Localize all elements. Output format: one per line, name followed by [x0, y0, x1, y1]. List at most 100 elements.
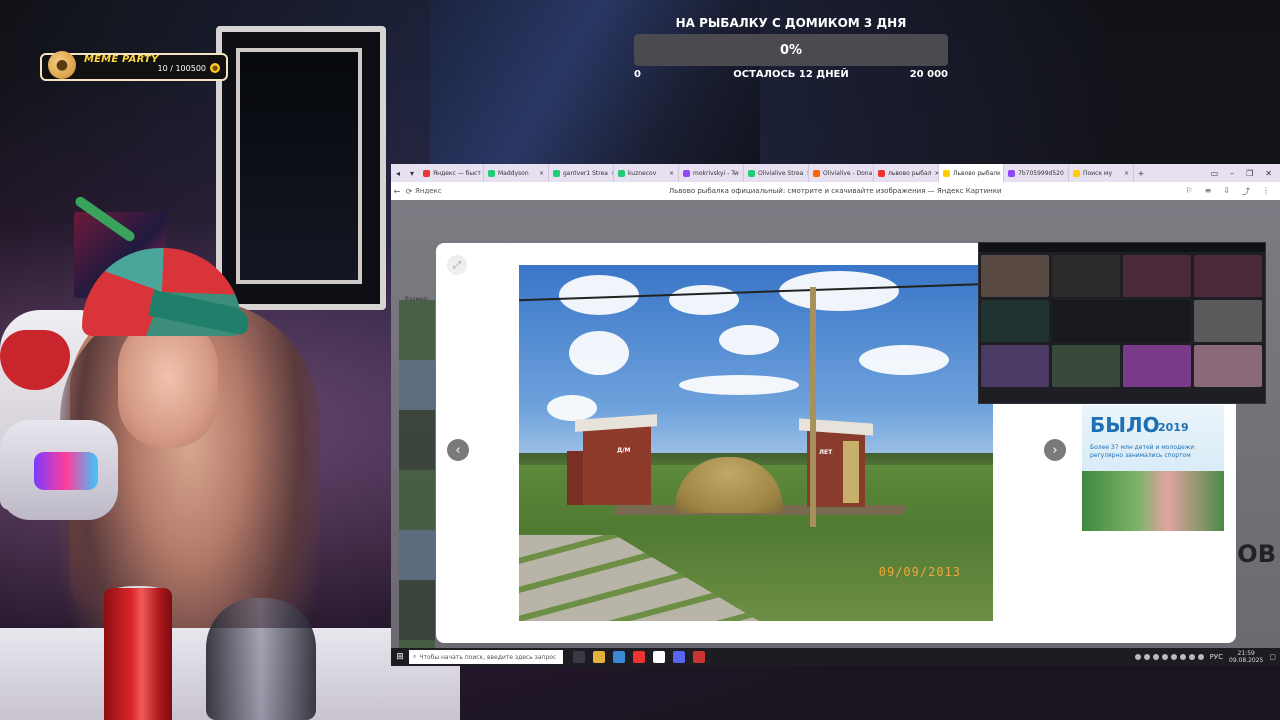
discord-icon[interactable]: [673, 651, 685, 663]
tray-icon[interactable]: [1170, 654, 1177, 660]
browser-tab[interactable]: Поиск му ×: [1069, 164, 1134, 182]
expand-icon[interactable]: ⤢: [447, 255, 467, 275]
screen-capture: ◂ ▾ Яндекс — быст×Maddyson×gantver1 Stre…: [391, 164, 1280, 666]
volume-icon[interactable]: ◂: [391, 169, 405, 178]
taskbar-clock[interactable]: 21:59 09.08.2025: [1229, 650, 1263, 664]
obs-icon[interactable]: [693, 651, 705, 663]
tab-list-icon[interactable]: ▭: [1211, 169, 1219, 178]
call-tile: [1052, 300, 1191, 342]
menu-icon[interactable]: ≡: [1205, 186, 1212, 197]
tab-label: mokrivskyi - Tw: [693, 169, 739, 177]
tray-icon[interactable]: [1197, 654, 1204, 660]
call-tile: [1052, 345, 1120, 387]
page-side-text: ОВ: [1237, 540, 1276, 568]
clock-time: 21:59: [1237, 650, 1255, 657]
chevron-right-icon[interactable]: ›: [1044, 439, 1066, 461]
room-window: [216, 26, 386, 310]
tab-label: Поиск му: [1083, 169, 1112, 177]
browser-tab[interactable]: Maddyson ×: [484, 164, 549, 182]
task-view-icon[interactable]: [573, 651, 585, 663]
system-tray: РУС 21:59 09.08.2025 ▢: [1134, 650, 1280, 664]
taskbar-apps: [563, 651, 705, 663]
tab-favicon-icon: [553, 169, 560, 177]
ad-headline: БЫЛО: [1090, 413, 1160, 437]
hut-left-label: Д/М: [617, 447, 631, 454]
drinking-glass: [206, 598, 316, 720]
restore-icon[interactable]: ❐: [1246, 169, 1253, 178]
download-icon[interactable]: ⇩: [1223, 186, 1230, 197]
file-explorer-icon[interactable]: [593, 651, 605, 663]
tab-label: kuznecov: [628, 169, 657, 177]
streamer-face: [118, 318, 218, 448]
call-tile: [1123, 255, 1191, 297]
tab-favicon-icon: [488, 169, 495, 177]
yandex-icon[interactable]: [633, 651, 645, 663]
minimize-icon[interactable]: –: [1230, 169, 1234, 178]
browser-tab[interactable]: 7b705999d520×: [1004, 164, 1069, 182]
reload-icon[interactable]: ⟳: [403, 187, 415, 196]
tab-favicon-icon: [878, 169, 885, 177]
tab-menu-icon[interactable]: ▾: [405, 169, 419, 178]
goal-title: НА РЫБАЛКУ С ДОМИКОМ 3 ДНЯ: [675, 16, 907, 30]
browser-tab[interactable]: Olivialive - Dona×: [809, 164, 874, 182]
new-tab-button[interactable]: +: [1134, 169, 1148, 178]
hut-right-label: ЛЕТ: [819, 449, 833, 456]
tray-icon[interactable]: [1161, 654, 1168, 660]
tab-label: gantver1 Strea: [563, 169, 608, 177]
goal-progress-bar: 0%: [634, 34, 948, 66]
thumbnail-column[interactable]: [399, 300, 435, 660]
bookmark-icon[interactable]: ⚐: [1185, 186, 1192, 197]
tab-favicon-icon: [813, 169, 820, 177]
more-icon[interactable]: ⋮: [1262, 186, 1270, 197]
input-language[interactable]: РУС: [1210, 653, 1223, 661]
browser-tab[interactable]: Яндекс — быст×: [419, 164, 484, 182]
browser-tab[interactable]: kuznecov ×: [614, 164, 679, 182]
call-tile: [1194, 255, 1262, 297]
tab-favicon-icon: [423, 169, 430, 177]
tray-icon[interactable]: [1134, 654, 1141, 660]
back-icon[interactable]: ←: [391, 187, 403, 196]
browser-tab[interactable]: Olivialive Strea×: [744, 164, 809, 182]
browser-tab[interactable]: Львово рыбалк×: [939, 164, 1004, 182]
search-icon: ⌕: [413, 653, 417, 660]
tray-icon[interactable]: [1188, 654, 1195, 660]
tray-icon[interactable]: [1143, 654, 1150, 660]
tray-icon[interactable]: [1152, 654, 1159, 660]
tab-close-icon[interactable]: ×: [1124, 170, 1129, 177]
call-tile: [981, 345, 1049, 387]
search-results-page: Размер ОВ ⤢ ‹ ›: [391, 200, 1280, 666]
close-icon[interactable]: ✕: [1265, 169, 1272, 178]
tab-favicon-icon: [1073, 169, 1080, 177]
call-tile: [1123, 345, 1191, 387]
browser-tab[interactable]: mokrivskyi - Tw×: [679, 164, 744, 182]
browser-tab[interactable]: львово рыбал ×: [874, 164, 939, 182]
store-icon[interactable]: [613, 651, 625, 663]
windows-start-icon[interactable]: ⊞: [391, 652, 409, 662]
tab-favicon-icon: [683, 169, 690, 177]
share-icon[interactable]: ⤴: [1242, 186, 1250, 197]
coin-icon: ●: [210, 63, 220, 73]
tab-close-icon[interactable]: ×: [539, 170, 544, 177]
taskbar-search[interactable]: ⌕ Чтобы начать поиск, введите здесь запр…: [409, 650, 563, 664]
chevron-left-icon[interactable]: ‹: [447, 439, 469, 461]
utility-pole: [810, 287, 816, 527]
call-tile: [1194, 300, 1262, 342]
tab-favicon-icon: [1008, 169, 1015, 177]
notification-icon[interactable]: ▢: [1269, 653, 1276, 661]
goal-footer: 0 ОСТАЛОСЬ 12 ДНЕЙ 20 000: [634, 69, 948, 81]
yandex-browser-icon[interactable]: [653, 651, 665, 663]
tab-label: Olivialive Strea: [758, 169, 804, 177]
toilet-hut-door: [843, 441, 859, 503]
tab-close-icon[interactable]: ×: [669, 170, 674, 177]
windows-taskbar: ⊞ ⌕ Чтобы начать поиск, введите здесь за…: [391, 648, 1280, 666]
viewer-photo[interactable]: Д/М ЛЕТ 09/09/2013: [519, 265, 993, 621]
soda-can: [104, 588, 172, 720]
goal-remaining: ОСТАЛОСЬ 12 ДНЕЙ: [733, 69, 849, 80]
meme-party-count: 10 / 100500: [157, 64, 207, 73]
browser-address-bar: ← ⟳ Яндекс Львово рыбалка официальный: с…: [391, 182, 1280, 201]
tray-icon[interactable]: [1179, 654, 1186, 660]
browser-tab[interactable]: gantver1 Strea×: [549, 164, 614, 182]
tab-label: 7b705999d520: [1018, 169, 1064, 177]
browser-tabs: Яндекс — быст×Maddyson×gantver1 Strea×ku…: [419, 164, 1134, 182]
url-field[interactable]: Яндекс: [415, 187, 485, 195]
